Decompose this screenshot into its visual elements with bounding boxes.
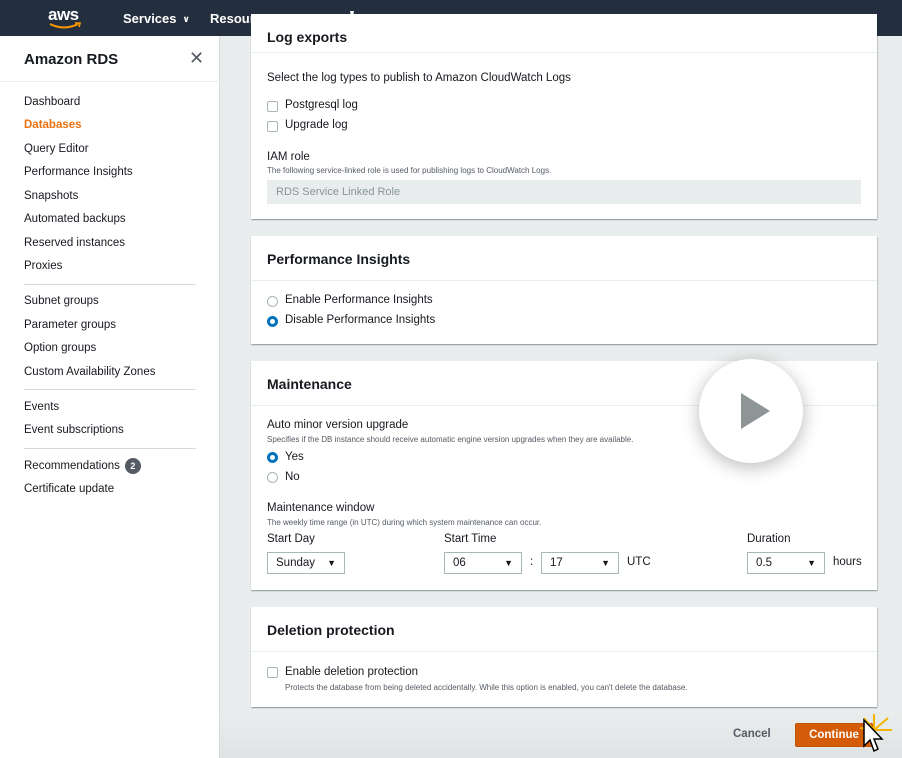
upgrade-log-checkbox[interactable] [267,121,278,132]
start-hour-value: 06 [453,557,466,569]
sidebar-item-event-subscriptions[interactable]: Event subscriptions [24,424,124,436]
disable-performance-insights-radio[interactable] [267,316,278,327]
auto-minor-yes-radio[interactable] [267,452,278,463]
enable-deletion-protection-label[interactable]: Enable deletion protection [285,666,418,678]
duration-select[interactable]: 0.5 ▼ [747,552,825,574]
enable-deletion-protection-checkbox[interactable] [267,667,278,678]
start-time-label: Start Time [444,533,497,545]
start-day-value: Sunday [276,557,316,569]
aws-logo[interactable]: aws [48,6,84,32]
enable-performance-insights-label[interactable]: Enable Performance Insights [285,294,433,306]
sidebar-item-parameter-groups[interactable]: Parameter groups [24,319,116,331]
maintenance-window-label: Maintenance window [267,502,375,514]
enable-performance-insights-radio[interactable] [267,296,278,307]
sidebar-item-databases[interactable]: Databases [24,119,82,131]
timezone-label: UTC [627,556,651,568]
dropdown-arrow-icon: ▼ [504,558,513,568]
chevron-down-icon: ∨ [182,14,190,24]
upgrade-log-label[interactable]: Upgrade log [285,119,348,131]
sidebar-item-recommendations[interactable]: Recommendations 2 [24,458,141,474]
iam-role-field: RDS Service Linked Role [267,180,861,204]
auto-minor-version-description: Specifies if the DB instance should rece… [267,435,634,444]
sidebar-divider [24,284,196,285]
iam-role-label: IAM role [267,151,310,163]
sidebar-title: Amazon RDS [24,51,119,68]
sidebar: Amazon RDS ✕ Dashboard Databases Query E… [0,36,220,758]
duration-label: Duration [747,533,791,545]
performance-insights-title: Performance Insights [267,251,411,267]
aws-smile-icon [49,22,82,29]
postgresql-log-checkbox[interactable] [267,101,278,112]
duration-unit: hours [833,556,862,568]
dropdown-arrow-icon: ▼ [327,558,336,568]
sidebar-item-reserved-instances[interactable]: Reserved instances [24,237,125,249]
log-exports-description: Select the log types to publish to Amazo… [267,72,571,84]
mouse-pointer-icon [863,718,884,753]
sidebar-item-dashboard[interactable]: Dashboard [24,96,80,108]
auto-minor-no-radio[interactable] [267,472,278,483]
dropdown-arrow-icon: ▼ [807,558,816,568]
services-menu[interactable]: Services ∨ [123,11,190,26]
sidebar-item-snapshots[interactable]: Snapshots [24,190,78,202]
cancel-button[interactable]: Cancel [733,728,771,740]
panel-header-divider [251,280,877,281]
maintenance-window-description: The weekly time range (in UTC) during wh… [267,518,542,527]
sidebar-divider [24,448,196,449]
panel-header-divider [251,52,877,53]
log-exports-panel: Log exports Select the log types to publ… [251,14,877,219]
start-day-select[interactable]: Sunday ▼ [267,552,345,574]
recommendations-label: Recommendations [24,460,120,473]
deletion-protection-description: Protects the database from being deleted… [285,683,688,692]
dropdown-arrow-icon: ▼ [601,558,610,568]
deletion-protection-title: Deletion protection [267,622,395,638]
close-icon[interactable]: ✕ [189,49,204,67]
sidebar-item-query-editor[interactable]: Query Editor [24,143,89,155]
duration-value: 0.5 [756,557,772,569]
sidebar-item-automated-backups[interactable]: Automated backups [24,213,126,225]
panel-header-divider [251,651,877,652]
sidebar-item-custom-availability-zones[interactable]: Custom Availability Zones [24,366,155,378]
play-video-button[interactable] [699,359,803,463]
sidebar-item-performance-insights[interactable]: Performance Insights [24,166,133,178]
time-separator: : [530,556,534,568]
start-minute-value: 17 [550,557,563,569]
services-label: Services [123,11,177,26]
postgresql-log-label[interactable]: Postgresql log [285,99,358,111]
sidebar-item-certificate-update[interactable]: Certificate update [24,483,114,495]
iam-role-description: The following service-linked role is use… [267,166,552,175]
recommendations-count-badge: 2 [124,458,141,474]
auto-minor-yes-label[interactable]: Yes [285,451,304,463]
sidebar-header-divider [0,81,220,82]
maintenance-title: Maintenance [267,376,352,392]
start-day-label: Start Day [267,533,315,545]
performance-insights-panel: Performance Insights Enable Performance … [251,236,877,344]
start-hour-select[interactable]: 06 ▼ [444,552,522,574]
auto-minor-no-label[interactable]: No [285,471,300,483]
sidebar-item-option-groups[interactable]: Option groups [24,342,96,354]
deletion-protection-panel: Deletion protection Enable deletion prot… [251,607,877,707]
start-minute-select[interactable]: 17 ▼ [541,552,619,574]
play-icon [741,393,770,429]
disable-performance-insights-label[interactable]: Disable Performance Insights [285,314,435,326]
aws-logo-text: aws [48,5,79,24]
sidebar-item-events[interactable]: Events [24,401,59,413]
log-exports-title: Log exports [267,29,348,45]
sidebar-item-subnet-groups[interactable]: Subnet groups [24,295,99,307]
auto-minor-version-label: Auto minor version upgrade [267,419,409,431]
sidebar-item-proxies[interactable]: Proxies [24,260,62,272]
sidebar-divider [24,389,196,390]
